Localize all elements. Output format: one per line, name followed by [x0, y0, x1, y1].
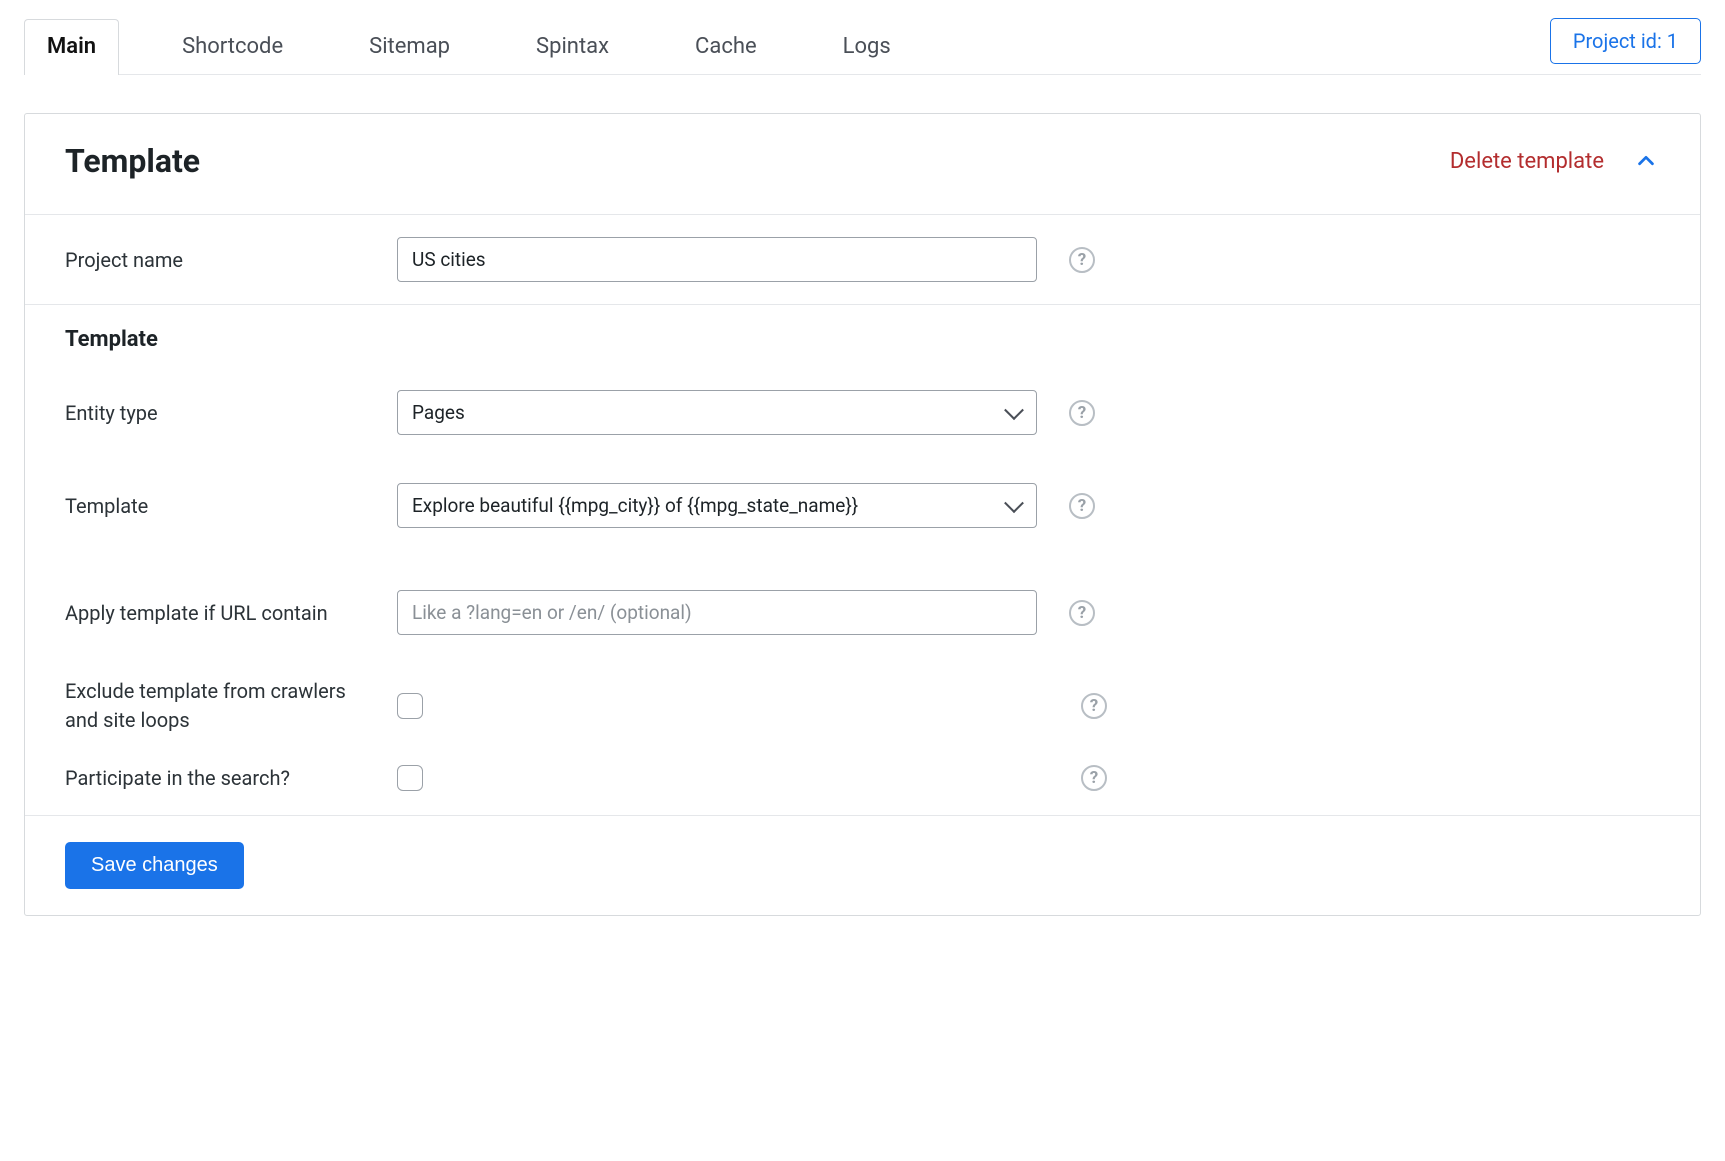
panel-footer: Save changes [25, 815, 1700, 915]
label-entity-type: Entity type [65, 401, 377, 425]
apply-url-input[interactable] [397, 590, 1037, 635]
exclude-checkbox[interactable] [397, 693, 423, 719]
help-template[interactable]: ? [1069, 493, 1095, 519]
help-participate[interactable]: ? [1081, 765, 1107, 791]
tab-shortcode[interactable]: Shortcode [159, 19, 306, 75]
label-participate: Participate in the search? [65, 766, 377, 790]
help-project-name[interactable]: ? [1069, 247, 1095, 273]
tab-main[interactable]: Main [24, 19, 119, 75]
entity-type-select[interactable]: Pages [397, 390, 1037, 435]
tab-logs[interactable]: Logs [820, 19, 914, 75]
row-exclude: Exclude template from crawlers and site … [25, 667, 1700, 745]
tab-bar: Main Shortcode Sitemap Spintax Cache Log… [24, 18, 1701, 75]
row-participate: Participate in the search? ? [25, 755, 1700, 801]
section-title-template: Template [25, 305, 1700, 362]
participate-checkbox[interactable] [397, 765, 423, 791]
template-select[interactable]: Explore beautiful {{mpg_city}} of {{mpg_… [397, 483, 1037, 528]
project-id-badge: Project id: 1 [1550, 18, 1701, 64]
panel-header: Template Delete template [25, 114, 1700, 215]
row-project-name: Project name ? [25, 215, 1700, 305]
row-entity-type: Entity type Pages ? [25, 376, 1700, 449]
save-button[interactable]: Save changes [65, 842, 244, 889]
row-apply-url: Apply template if URL contain ? [25, 576, 1700, 649]
label-template: Template [65, 494, 377, 518]
tab-sitemap[interactable]: Sitemap [346, 19, 473, 75]
label-apply-url: Apply template if URL contain [65, 601, 377, 625]
row-template: Template Explore beautiful {{mpg_city}} … [25, 469, 1700, 542]
delete-template-link[interactable]: Delete template [1450, 149, 1604, 174]
label-project-name: Project name [65, 248, 377, 272]
tab-cache[interactable]: Cache [672, 19, 780, 75]
chevron-up-icon [1635, 150, 1657, 172]
project-name-input[interactable] [397, 237, 1037, 282]
help-exclude[interactable]: ? [1081, 693, 1107, 719]
panel-title: Template [65, 142, 1450, 180]
template-panel: Template Delete template Project name ? … [24, 113, 1701, 916]
collapse-toggle[interactable] [1632, 147, 1660, 175]
label-exclude: Exclude template from crawlers and site … [65, 677, 377, 735]
help-apply-url[interactable]: ? [1069, 600, 1095, 626]
help-entity-type[interactable]: ? [1069, 400, 1095, 426]
tab-spintax[interactable]: Spintax [513, 19, 632, 75]
